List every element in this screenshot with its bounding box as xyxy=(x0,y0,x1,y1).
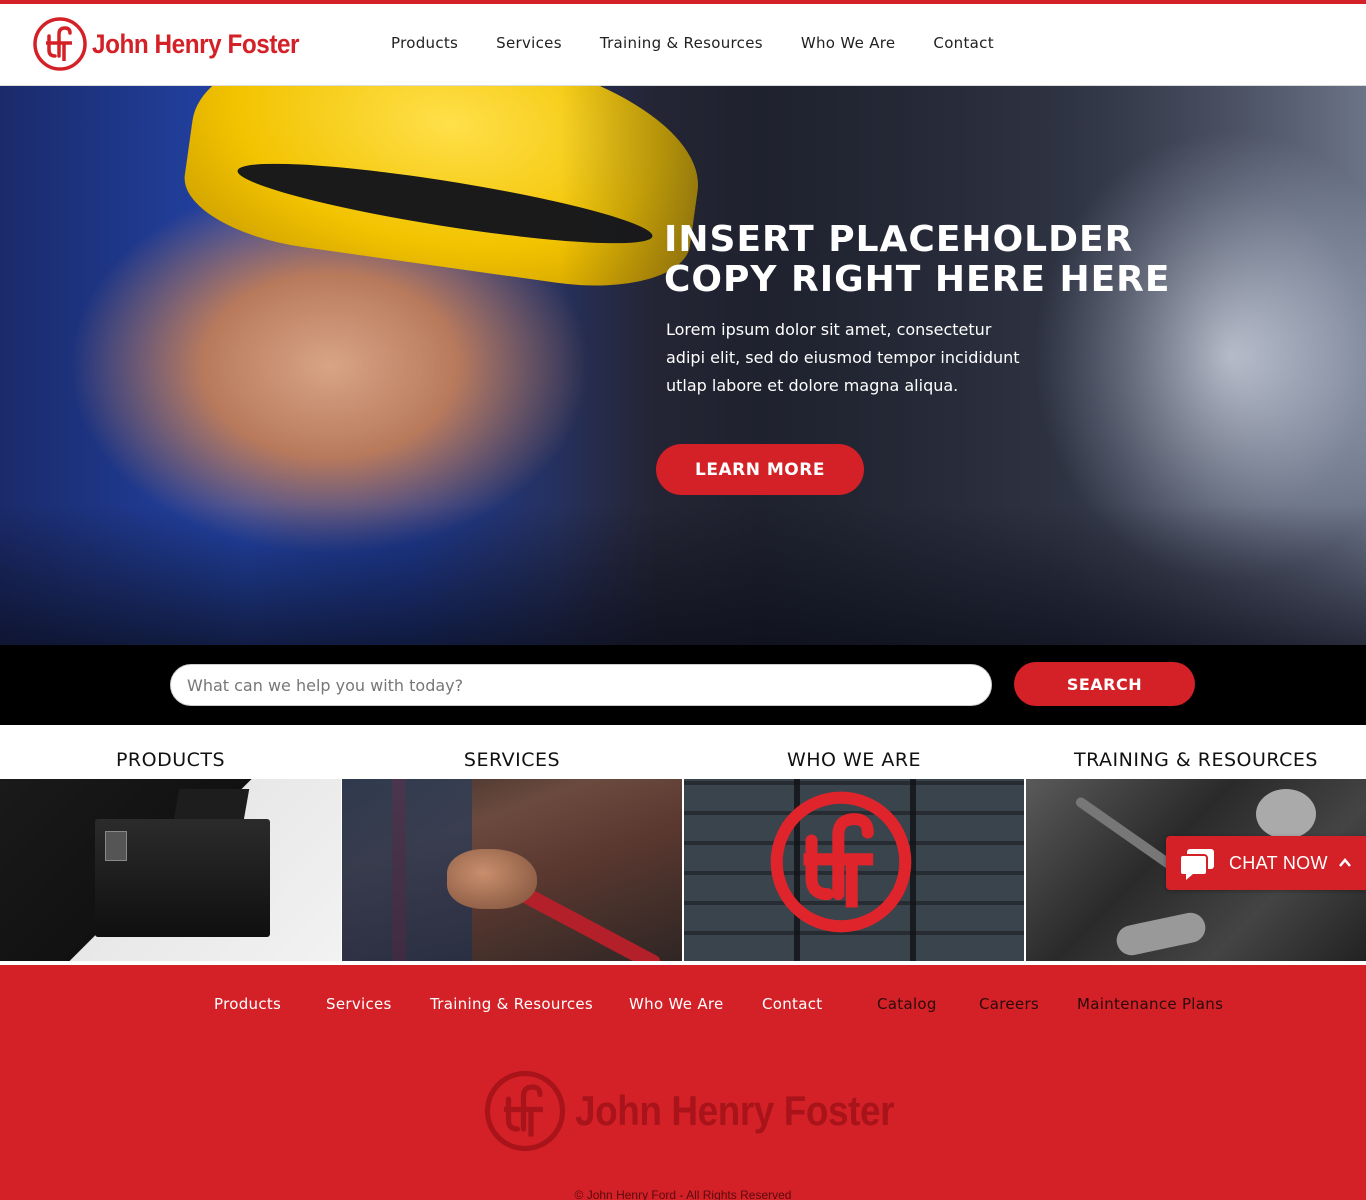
footer-nav-catalog[interactable]: Catalog xyxy=(877,995,937,1013)
service-photo-glove xyxy=(447,849,537,909)
category-image-building-logo xyxy=(684,779,1024,961)
search-band: SEARCH xyxy=(0,645,1366,725)
category-who-we-are[interactable]: WHO WE ARE xyxy=(684,725,1024,961)
hero-title-line-2: COPY RIGHT HERE HERE xyxy=(664,259,1171,300)
nav-products[interactable]: Products xyxy=(372,34,477,52)
footer-logo-wordmark: John Henry Foster xyxy=(575,1087,895,1134)
category-title: PRODUCTS xyxy=(115,749,226,771)
footer-nav-who-we-are[interactable]: Who We Are xyxy=(629,995,724,1013)
category-services[interactable]: SERVICES xyxy=(342,725,682,961)
category-image-compressor xyxy=(0,779,341,961)
header-logo[interactable]: John Henry Foster xyxy=(32,16,322,72)
search-button[interactable]: SEARCH xyxy=(1014,662,1195,706)
jhf-monogram-icon xyxy=(770,791,912,933)
site-header: John Henry Foster Products Services Trai… xyxy=(0,4,1366,86)
hero-body-text: Lorem ipsum dolor sit amet, consectetur … xyxy=(666,320,1020,395)
category-tiles: PRODUCTS SERVICES WHO WE ARE TRAINING & … xyxy=(0,725,1366,961)
category-products[interactable]: PRODUCTS xyxy=(0,725,341,961)
chat-now-widget[interactable]: CHAT NOW xyxy=(1166,836,1366,890)
footer-nav-contact[interactable]: Contact xyxy=(762,995,822,1013)
training-photo-tube xyxy=(1073,795,1179,873)
hero-banner: INSERT PLACEHOLDER COPY RIGHT HERE HERE … xyxy=(0,86,1366,645)
site-footer: Products Services Training & Resources W… xyxy=(0,961,1366,1200)
jhf-monogram-icon xyxy=(33,17,87,71)
search-input[interactable] xyxy=(170,664,992,706)
main-nav: Products Services Training & Resources W… xyxy=(372,34,1013,52)
footer-nav-services[interactable]: Services xyxy=(326,995,392,1013)
chat-bubbles-icon xyxy=(1179,849,1214,880)
training-photo-hand xyxy=(1256,789,1316,839)
footer-nav-maintenance-plans[interactable]: Maintenance Plans xyxy=(1077,995,1223,1013)
nav-services[interactable]: Services xyxy=(477,34,581,52)
hero-title-line-1: INSERT PLACEHOLDER xyxy=(664,219,1134,260)
footer-logo[interactable]: John Henry Foster xyxy=(483,1069,938,1153)
category-image-technician xyxy=(342,779,682,961)
nav-contact[interactable]: Contact xyxy=(914,34,1012,52)
category-title: TRAINING & RESOURCES xyxy=(1073,749,1318,771)
nav-training-resources[interactable]: Training & Resources xyxy=(581,34,782,52)
logo-wordmark: John Henry Foster xyxy=(92,28,300,59)
hero-title: INSERT PLACEHOLDER COPY RIGHT HERE HERE xyxy=(664,220,1184,300)
learn-more-button[interactable]: LEARN MORE xyxy=(656,444,864,495)
category-title: WHO WE ARE xyxy=(786,749,922,771)
copyright-text: © John Henry Ford - All Rights Reserved xyxy=(574,1188,792,1200)
nav-who-we-are[interactable]: Who We Are xyxy=(782,34,915,52)
footer-nav-careers[interactable]: Careers xyxy=(979,995,1039,1013)
chat-now-label: CHAT NOW xyxy=(1229,853,1328,873)
training-photo-hand xyxy=(1113,909,1209,959)
footer-nav-products[interactable]: Products xyxy=(214,995,281,1013)
chevron-up-icon[interactable] xyxy=(1338,856,1352,870)
jhf-monogram-icon xyxy=(484,1070,566,1152)
hero-photo-fade xyxy=(0,505,1366,645)
category-title: SERVICES xyxy=(463,749,561,771)
compressor-panel xyxy=(105,831,127,861)
footer-nav-training-resources[interactable]: Training & Resources xyxy=(430,995,593,1013)
